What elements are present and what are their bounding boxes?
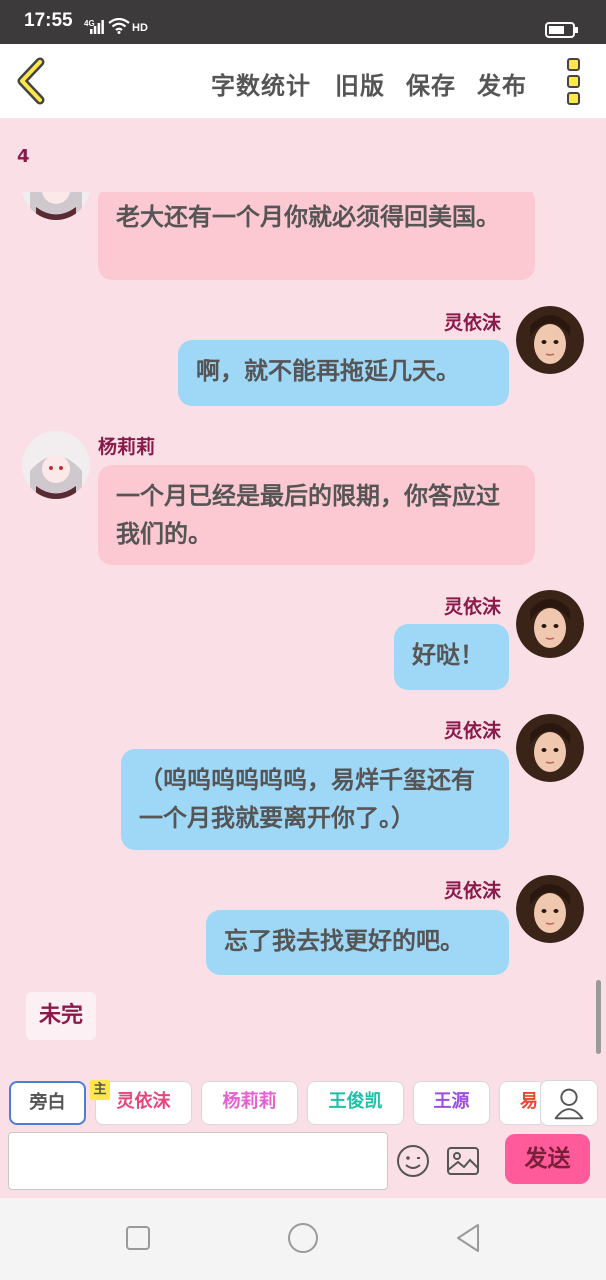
unfinished-label[interactable]: 未完 — [26, 992, 96, 1040]
character-chip-wangjunkai[interactable]: 王俊凯 — [307, 1081, 404, 1125]
message-text: （呜呜呜呜呜呜，易烊千玺还有一个月我就要离开你了。） — [139, 766, 475, 832]
input-area: 旁白 灵依沫 杨莉莉 王俊凯 王源 易 主 发送 — [0, 1058, 606, 1198]
signal-icon — [90, 20, 104, 34]
wifi-icon — [108, 18, 130, 34]
avatar-lingyimo[interactable] — [516, 306, 584, 374]
old-version-button[interactable]: 旧版 — [335, 66, 385, 101]
hd-indicator: HD — [132, 22, 148, 34]
speaker-name: 灵依沫 — [444, 880, 502, 902]
scrollbar[interactable] — [596, 980, 601, 1054]
speaker-name: 杨莉莉 — [98, 436, 156, 458]
circle-icon[interactable] — [285, 1220, 321, 1256]
message-bubble[interactable]: 好哒！ — [394, 624, 509, 690]
send-button[interactable]: 发送 — [505, 1134, 590, 1184]
avatar-lingyimo[interactable] — [516, 714, 584, 782]
status-bar: 17:55 4G HD — [0, 0, 606, 44]
avatar-lingyimo[interactable] — [516, 590, 584, 658]
clip-region: 老大还有一个月你就必须得回美国。 — [0, 192, 606, 312]
message-text: 一个月已经是最后的限期，你答应过我们的。 — [116, 482, 500, 548]
chat-area[interactable]: 4 老大还有一个月你就必须得回美国。 灵依沫 啊，就不能再拖延几天。 杨莉莉 一… — [0, 118, 606, 1058]
character-chip-yangliili[interactable]: 杨莉莉 — [201, 1081, 298, 1125]
publish-button[interactable]: 发布 — [477, 66, 527, 101]
message-bubble[interactable]: （呜呜呜呜呜呜，易烊千玺还有一个月我就要离开你了。） — [121, 749, 509, 850]
message-text: 好哒！ — [412, 641, 484, 669]
speaker-name: 灵依沫 — [444, 720, 502, 742]
emoji-icon[interactable] — [396, 1144, 430, 1178]
status-time: 17:55 — [24, 10, 73, 31]
character-chip-yi[interactable]: 易 — [499, 1081, 540, 1125]
avatar-yangliili[interactable] — [22, 192, 90, 220]
character-selector: 旁白 灵依沫 杨莉莉 王俊凯 王源 易 主 — [0, 1058, 540, 1128]
character-chip-narrator[interactable]: 旁白 — [9, 1081, 86, 1125]
message-text: 啊，就不能再拖延几天。 — [196, 357, 460, 385]
character-chip-wangyuan[interactable]: 王源 — [413, 1081, 490, 1125]
message-bubble[interactable]: 忘了我去找更好的吧。 — [206, 910, 509, 975]
avatar-yangliili[interactable] — [22, 431, 90, 499]
avatar-lingyimo[interactable] — [516, 875, 584, 943]
message-bubble[interactable]: 一个月已经是最后的限期，你答应过我们的。 — [98, 465, 535, 565]
more-vertical-icon[interactable] — [560, 56, 586, 106]
image-icon[interactable] — [446, 1146, 480, 1176]
speaker-name: 灵依沫 — [444, 312, 502, 334]
chevron-left-icon[interactable] — [12, 56, 52, 106]
word-count-button[interactable]: 字数统计 — [211, 66, 311, 101]
message-bubble[interactable]: 老大还有一个月你就必须得回美国。 — [98, 192, 535, 280]
system-nav-bar — [0, 1198, 606, 1280]
person-icon[interactable] — [540, 1080, 598, 1126]
save-button[interactable]: 保存 — [406, 66, 456, 101]
message-input[interactable] — [8, 1132, 388, 1190]
speaker-name: 灵依沫 — [444, 596, 502, 618]
main-character-badge: 主 — [90, 1080, 110, 1100]
message-text: 忘了我去找更好的吧。 — [224, 927, 464, 955]
editor-header: 字数统计 旧版 保存 发布 — [0, 44, 606, 118]
triangle-left-icon[interactable] — [450, 1220, 486, 1256]
chapter-number: 4 — [17, 146, 30, 167]
message-bubble[interactable]: 啊，就不能再拖延几天。 — [178, 340, 509, 406]
message-text: 老大还有一个月你就必须得回美国。 — [116, 203, 500, 231]
battery-icon — [545, 22, 578, 38]
square-icon[interactable] — [120, 1220, 156, 1256]
